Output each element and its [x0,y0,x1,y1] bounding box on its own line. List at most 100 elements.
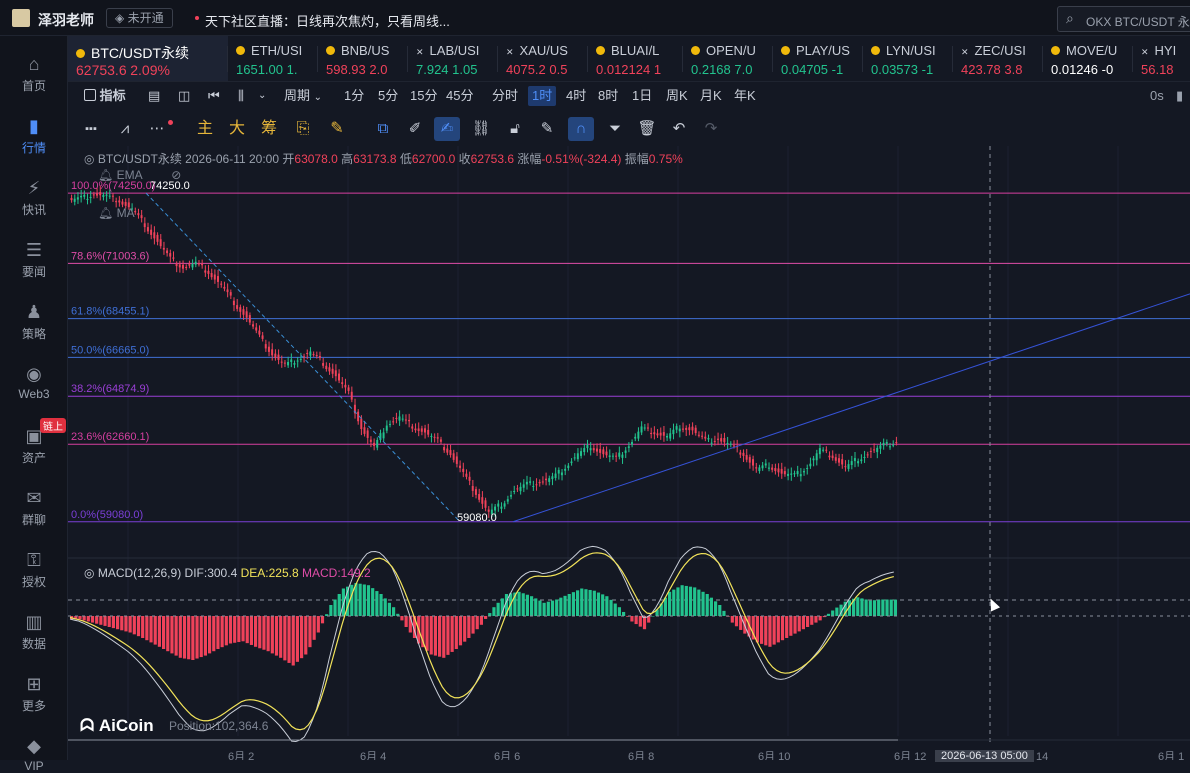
period-button-3[interactable]: 45分 [444,86,475,106]
sidebar-item-5[interactable]: ◉ Web3 [0,364,68,401]
sidebar-item-4[interactable]: ♟ 策略 [0,302,68,342]
period-button-0[interactable]: 1分 [342,86,366,106]
sidebar-item-11[interactable]: ◆ VIP [0,736,68,773]
magnet-icon[interactable]: ∩ [568,117,594,141]
ticker-9[interactable]: ✕ ZEC/USI 423.78 3.8 [953,36,1043,81]
more-dots-icon[interactable]: ⋯ [144,117,170,141]
eye-icon[interactable]: ◎ [84,566,94,580]
draw-pen-icon[interactable]: ✎ [324,117,350,141]
ticker-10[interactable]: MOVE/U 0.01246 -0 [1043,36,1133,81]
ticker-name: ZEC/USI [974,43,1026,58]
period-button-4[interactable]: 分时 [490,86,520,106]
vip-status[interactable]: ◈ 未开通 [106,8,173,28]
edit-list-icon[interactable]: ✎ [534,117,560,141]
template-icon[interactable]: ▤ [146,86,162,106]
candle-body [802,471,805,473]
sidebar-item-8[interactable]: ⚿ 授权 [0,550,68,590]
period-button-6[interactable]: 4时 [564,86,588,106]
sidebar-item-9[interactable]: ▥ 数据 [0,612,68,652]
layout-icon[interactable]: ◫ [176,86,192,106]
macd-histogram-bar [571,592,575,616]
period-button-10[interactable]: 月K [698,86,724,106]
macd-histogram-bar [818,616,822,621]
period-button-9[interactable]: 周K [664,86,690,106]
sidebar-item-1[interactable]: ▮ 行情 [0,116,68,156]
period-button-11[interactable]: 年K [732,86,758,106]
sidebar-item-0[interactable]: ⌂ 首页 [0,54,68,94]
ticker-11[interactable]: ✕ HYI 56.18 [1133,36,1190,81]
trash-icon[interactable]: 🗑︎ [634,117,660,141]
period-button-1[interactable]: 5分 [376,86,400,106]
period-dropdown[interactable]: 周期 ⌄ [282,86,324,106]
magnet-draw-icon[interactable]: ✍ [434,117,460,141]
period-button-8[interactable]: 1日 [630,86,654,106]
chip-distribution-button[interactable]: 筹 [256,117,282,141]
chevron-down-icon[interactable]: ⌄ [256,86,268,106]
compare-icon[interactable]: ⎘ [290,117,316,141]
candle-body [739,452,742,455]
sidebar-item-7[interactable]: ✉ 群聊 [0,488,68,528]
fullscreen-icon[interactable]: ▮ [1174,86,1185,106]
candle-body [436,437,439,439]
macd-histogram-bar [329,605,333,616]
sidebar-item-10[interactable]: ⊞ 更多 [0,674,68,714]
macd-histogram-bar [755,616,759,643]
teacher-name[interactable]: 泽羽老师 [38,10,94,30]
ticker-2[interactable]: BNB/US 598.93 2.0 [318,36,408,81]
macd-histogram-bar [333,599,337,616]
macd-histogram-bar [216,616,220,649]
lock-icon[interactable]: 🔓︎ [502,117,528,141]
redo-icon[interactable]: ↷ [698,117,724,141]
indicator-button[interactable]: 指标 [82,86,128,106]
ticker-1[interactable]: ETH/USI 1651.00 1. [228,36,318,81]
macd-histogram-bar [492,607,496,616]
eye-off-icon[interactable]: ⊘ [171,168,181,182]
big-order-button[interactable]: 大 [224,117,250,141]
macd-histogram-bar [463,616,467,642]
price-chart-svg[interactable]: 100.0%(74250.0)78.6%(71003.6)61.8%(68455… [68,146,1190,760]
search-box[interactable]: ⌕ OKX BTC/USDT 永 [1057,6,1190,32]
ruler-dots-icon[interactable]: ▪▪▪ [78,117,104,141]
ticker-0[interactable]: BTC/USDT永续 62753.6 2.09% [68,36,228,81]
candle-body [812,458,815,461]
candle-body [646,427,649,429]
candle-body [710,442,713,444]
copy-icon[interactable]: ⧉ [370,117,396,141]
line-chart-icon[interactable]: ⩘ [112,117,138,141]
ruler-icon[interactable]: ✐ [402,117,428,141]
sidebar-item-2[interactable]: ⚡ 快讯 [0,178,68,218]
close-label: 收 [458,152,471,166]
candle-body [837,458,840,463]
ticker-8[interactable]: LYN/USI 0.03573 -1 [863,36,953,81]
chart-area[interactable]: 100.0%(74250.0) 78.6%(71003.6) 61.8%(68455… [68,146,1190,762]
ticker-4[interactable]: ✕ XAU/US 4075.2 0.5 [498,36,588,81]
candle-type-icon[interactable]: ⫼ [236,86,246,106]
ema-legend[interactable]: 🔔︎ EMA ⊘ [98,168,181,182]
period-button-2[interactable]: 15分 [408,86,439,106]
candle-body [688,427,691,431]
sidebar-item-3[interactable]: ☰ 要闻 [0,240,68,280]
sidebar-item-6[interactable]: ▣ 资产 链上 [0,418,68,466]
ticker-6[interactable]: OPEN/U 0.2168 7.0 [683,36,773,81]
candle-body [748,457,751,463]
period-button-5[interactable]: 1时 [528,86,557,106]
amplitude-value: 0.75% [648,152,683,166]
ticker-3[interactable]: ✕ LAB/USI 7.924 1.05 [408,36,498,81]
macd-histogram-bar [199,616,203,658]
teacher-avatar[interactable] [12,9,30,27]
candle-body [83,194,86,197]
live-broadcast-text[interactable]: 天下社区直播：日线再次焦灼，只看周线... [205,11,450,30]
period-button-7[interactable]: 8时 [596,86,620,106]
main-indicator-button[interactable]: 主 [192,117,218,141]
ticker-5[interactable]: BLUAI/L 0.012124 1 [588,36,683,81]
filter-icon[interactable]: ⏷ [602,117,628,141]
ticker-7[interactable]: PLAY/US 0.04705 -1 [773,36,863,81]
undo-icon[interactable]: ↶ [666,117,692,141]
lock-chain-icon[interactable]: ⛓ [468,117,494,141]
candle-body [767,467,770,469]
macd-histogram-bar [124,616,128,632]
eye-icon[interactable]: ◎ [84,152,98,166]
ma-legend[interactable]: 🔔︎ MA [98,206,135,220]
rewind-icon[interactable]: ⏮ [206,86,222,106]
chat-icon: ✉ [26,488,42,508]
